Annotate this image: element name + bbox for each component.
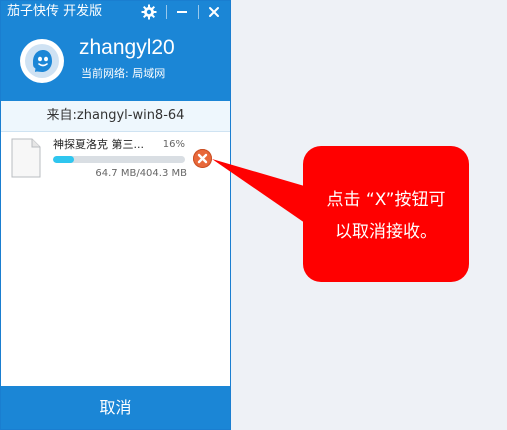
transfer-item: 神探夏洛克 第三... 16% 64.7 MB/404.3 MB bbox=[1, 132, 230, 186]
titlebar-divider bbox=[166, 5, 167, 19]
progress-percent: 16% bbox=[162, 139, 185, 150]
callout-tooltip: 点击 “X”按钮可 以取消接收。 bbox=[303, 146, 469, 282]
avatar bbox=[20, 39, 64, 83]
receive-window: 茄子快传 开发版 zhangyl20 当前网络: 局域网 来自:zhangyl-… bbox=[0, 0, 231, 430]
close-button[interactable] bbox=[201, 1, 227, 23]
callout-line-2: 以取消接收。 bbox=[335, 222, 437, 242]
cancel-button[interactable]: 取消 bbox=[1, 386, 230, 429]
screen: 茄子快传 开发版 zhangyl20 当前网络: 局域网 来自:zhangyl-… bbox=[0, 0, 507, 430]
network-label: 当前网络: bbox=[81, 67, 129, 80]
cancel-receive-button[interactable] bbox=[193, 149, 212, 168]
network-status: 当前网络: 局域网 bbox=[81, 67, 165, 81]
app-title: 茄子快传 开发版 bbox=[7, 4, 103, 19]
progress-fill bbox=[53, 156, 74, 163]
file-name: 神探夏洛克 第三... bbox=[53, 138, 144, 151]
callout-line-1: 点击 “X”按钮可 bbox=[326, 190, 446, 210]
close-icon bbox=[209, 7, 219, 17]
settings-button[interactable] bbox=[136, 1, 162, 23]
eggplant-avatar-icon bbox=[25, 44, 59, 78]
network-value: 局域网 bbox=[132, 67, 166, 80]
title-bar[interactable]: 茄子快传 开发版 bbox=[1, 1, 230, 23]
window-header: 茄子快传 开发版 zhangyl20 当前网络: 局域网 bbox=[1, 1, 230, 101]
minimize-icon bbox=[177, 11, 187, 13]
file-size: 64.7 MB/404.3 MB bbox=[95, 168, 187, 179]
progress-bar bbox=[53, 156, 185, 163]
cancel-x-icon bbox=[197, 153, 208, 164]
username: zhangyl20 bbox=[79, 36, 175, 59]
minimize-button[interactable] bbox=[169, 1, 195, 23]
sender-bar: 来自:zhangyl-win8-64 bbox=[1, 101, 230, 132]
document-icon bbox=[11, 138, 41, 178]
titlebar-divider bbox=[198, 5, 199, 19]
gear-icon bbox=[141, 4, 157, 20]
